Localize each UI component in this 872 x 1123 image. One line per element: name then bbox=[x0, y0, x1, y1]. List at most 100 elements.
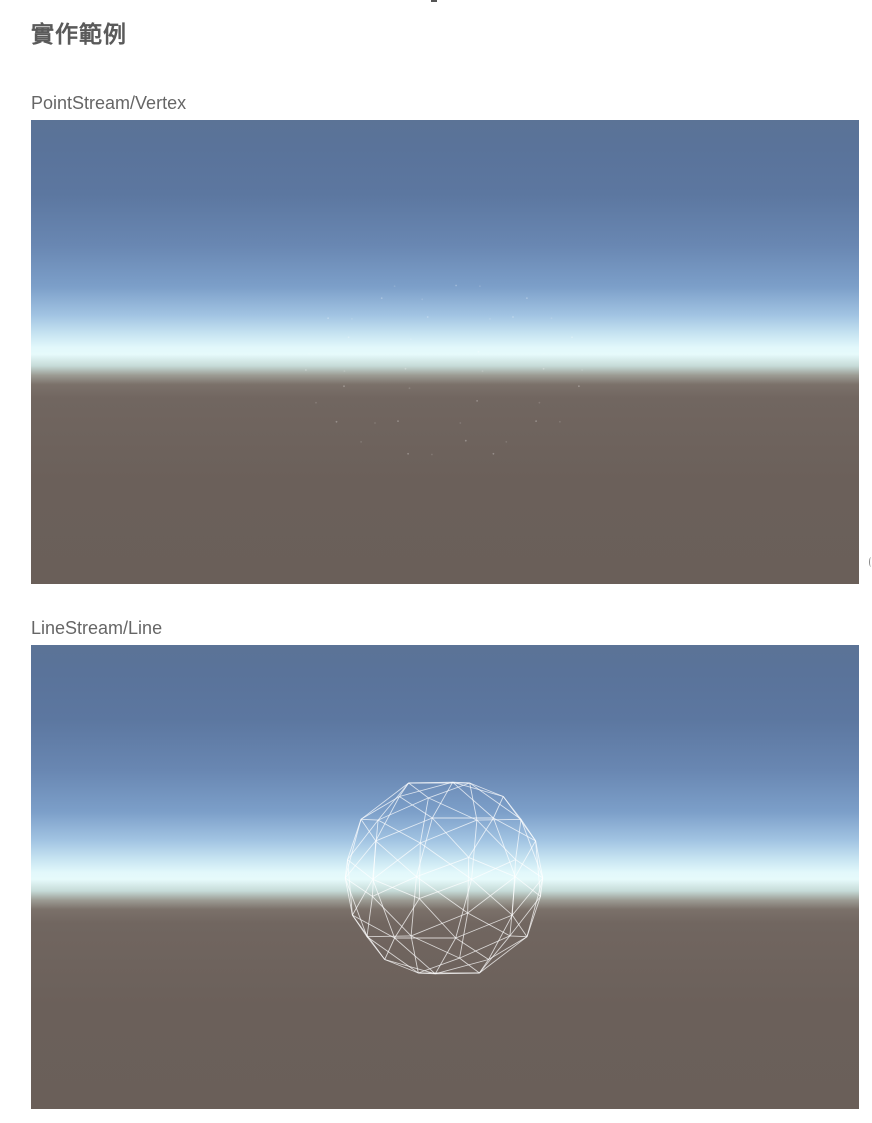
wireframe-edge bbox=[492, 796, 504, 819]
wireframe-edge bbox=[455, 937, 489, 960]
vertex-point bbox=[343, 370, 346, 373]
vertex-point bbox=[397, 420, 399, 422]
vertex-point bbox=[431, 453, 433, 456]
vertex-point bbox=[421, 298, 424, 301]
wireframe-edge bbox=[360, 819, 377, 842]
point-stream-vertices bbox=[305, 284, 583, 456]
example-caption-point-stream: PointStream/Vertex bbox=[31, 93, 187, 113]
vertex-point bbox=[559, 420, 561, 423]
vertex-point bbox=[489, 318, 491, 320]
vertex-point bbox=[512, 316, 514, 318]
wireframe-edge bbox=[526, 877, 544, 937]
wireframe-edge bbox=[360, 782, 409, 820]
vertex-point bbox=[526, 297, 528, 299]
wireframe-edge bbox=[509, 935, 528, 938]
vertex-point bbox=[360, 441, 362, 443]
wireframe-edge bbox=[479, 936, 528, 974]
top-edge-fragment bbox=[431, 0, 437, 2]
vertex-point bbox=[477, 350, 480, 353]
vertex-point bbox=[505, 441, 508, 443]
wireframe-edge bbox=[347, 859, 373, 880]
wireframe-edge bbox=[344, 877, 353, 916]
vertex-point bbox=[351, 318, 353, 320]
wireframe-edge bbox=[434, 937, 457, 975]
vertex-point bbox=[542, 367, 545, 370]
vertex-point bbox=[464, 439, 467, 442]
vertex-point bbox=[347, 336, 350, 339]
vertex-point bbox=[571, 336, 573, 339]
vertex-point bbox=[535, 420, 537, 422]
vertex-point bbox=[315, 401, 317, 404]
wireframe-edge bbox=[375, 840, 417, 878]
wireframe-edge bbox=[471, 878, 513, 916]
wireframe-edge bbox=[455, 879, 473, 939]
vertex-point bbox=[408, 387, 411, 390]
wireframe-edge bbox=[493, 817, 536, 842]
wireframe-edge bbox=[520, 819, 536, 842]
wireframe-edge bbox=[418, 842, 421, 899]
vertex-point bbox=[305, 369, 307, 371]
wireframe-edge bbox=[416, 856, 469, 878]
wireframe-edge bbox=[467, 912, 511, 937]
wireframe-edge bbox=[535, 840, 544, 879]
wireframe-edge bbox=[415, 817, 433, 877]
wireframe-edge bbox=[455, 914, 513, 939]
wireframe-edge bbox=[418, 898, 457, 939]
wireframe-edge bbox=[509, 876, 516, 936]
vertex-point bbox=[476, 400, 478, 402]
wireframe-edge bbox=[344, 877, 368, 937]
wireframe-edge bbox=[372, 820, 379, 880]
vertex-point bbox=[343, 385, 345, 388]
vertex-point bbox=[393, 285, 396, 288]
wireframe-edge bbox=[408, 782, 429, 799]
wireframe-edge bbox=[471, 820, 478, 880]
wireframe-edge bbox=[344, 819, 362, 879]
wireframe-edge bbox=[428, 797, 478, 821]
wireframe-edge bbox=[419, 878, 472, 900]
vertex-point bbox=[492, 452, 495, 455]
vertex-point bbox=[455, 284, 457, 287]
vertex-point bbox=[380, 297, 383, 299]
wireframe-edge bbox=[377, 819, 421, 844]
wireframe-edge bbox=[476, 818, 522, 821]
vertex-point bbox=[550, 317, 553, 320]
wireframe-edge bbox=[377, 797, 429, 821]
line-stream-scene bbox=[31, 645, 859, 1109]
vertex-point bbox=[481, 370, 484, 373]
wireframe-edge bbox=[431, 781, 454, 819]
vertex-point bbox=[459, 422, 462, 424]
vertex-point bbox=[374, 422, 376, 424]
vertex-point bbox=[410, 338, 412, 340]
line-stream-wireframe-sphere bbox=[344, 781, 544, 975]
vertex-point bbox=[543, 352, 545, 355]
vertex-point bbox=[327, 317, 329, 320]
wireframe-edge bbox=[428, 782, 470, 799]
example-caption-line-stream: LineStream/Line bbox=[31, 618, 163, 638]
point-stream-scene bbox=[31, 120, 859, 584]
vertex-point bbox=[407, 452, 409, 455]
wireframe-edge bbox=[399, 796, 433, 819]
wireframe-edge bbox=[479, 935, 511, 974]
wireframe-edge bbox=[366, 896, 373, 937]
vertex-point bbox=[479, 285, 481, 288]
vertex-point bbox=[538, 401, 541, 404]
wireframe-edge bbox=[416, 876, 468, 914]
vertex-point bbox=[308, 352, 310, 355]
wireframe-edge bbox=[467, 857, 470, 914]
wireframe-edge bbox=[352, 914, 395, 939]
wireframe-edge bbox=[372, 876, 417, 897]
wireframe-edge bbox=[410, 876, 417, 936]
wireframe-edge bbox=[410, 935, 460, 959]
vertex-point bbox=[426, 316, 429, 318]
wireframe-edge bbox=[468, 856, 516, 878]
wireframe-edge bbox=[431, 817, 470, 858]
vertex-point bbox=[581, 369, 583, 371]
wireframe-edge bbox=[360, 818, 379, 821]
wireframe-edge bbox=[459, 935, 511, 959]
wireframe-edge bbox=[372, 878, 420, 900]
wireframe-edge bbox=[502, 796, 522, 820]
wireframe-edge bbox=[515, 876, 541, 897]
wireframe-edge bbox=[511, 914, 528, 937]
vertex-point bbox=[335, 420, 338, 423]
wireframe-edge bbox=[515, 819, 522, 860]
